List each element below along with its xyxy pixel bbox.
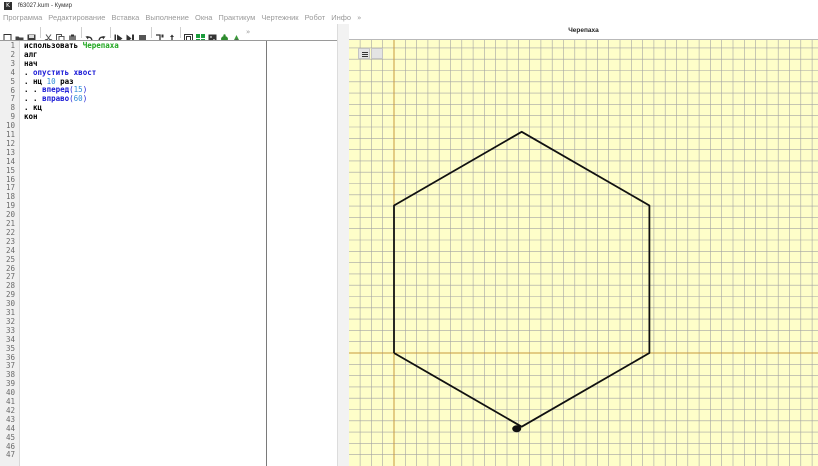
menu-item[interactable]: Вставка: [111, 13, 139, 22]
turtle-icon: [512, 425, 522, 433]
code-line[interactable]: алг: [24, 49, 266, 60]
menu-item[interactable]: Программа: [3, 13, 42, 22]
paste-button[interactable]: [68, 28, 77, 42]
view-button[interactable]: [184, 28, 193, 43]
code-token: .: [24, 76, 34, 86]
toolbar-overflow-button[interactable]: »: [246, 28, 250, 36]
run-button[interactable]: [114, 28, 123, 42]
cut-button[interactable]: [44, 28, 53, 43]
menu-bar: Программа Редактирование Вставка Выполнение…: [0, 11, 818, 24]
new-file-button[interactable]: [3, 28, 12, 43]
code-token: нц: [33, 76, 47, 86]
code-token: Черепаха: [82, 41, 119, 50]
undo-button[interactable]: [85, 28, 94, 42]
canvas-view-buttons: [358, 48, 384, 59]
toolbar: »: [0, 24, 337, 43]
kumir-app-icon: K: [4, 1, 12, 10]
toolbar-separator: [81, 26, 82, 38]
step-out-button[interactable]: [167, 28, 176, 43]
code-token: 60: [73, 94, 83, 104]
save-button[interactable]: [27, 28, 36, 42]
editor-margin-line: [266, 41, 267, 466]
menu-item[interactable]: Окна: [195, 13, 212, 22]
code-token: кц: [33, 103, 43, 113]
menu-item[interactable]: Практикум: [218, 13, 255, 22]
code-token: 10: [46, 76, 56, 86]
turtle-canvas[interactable]: [349, 40, 818, 466]
canvas-menu-button[interactable]: [358, 48, 370, 59]
turtle-window-title: Черепаха: [568, 27, 599, 34]
grid-button[interactable]: [196, 28, 205, 43]
open-folder-button[interactable]: [15, 28, 24, 42]
menu-item[interactable]: Чертежник: [261, 13, 298, 22]
redo-button[interactable]: [97, 28, 106, 42]
turtle-window-header: Черепаха: [349, 24, 818, 40]
step-in-button[interactable]: [155, 28, 164, 42]
toolbar-separator: [40, 26, 41, 38]
code-token: 15: [73, 85, 83, 95]
code-token: вперед: [42, 85, 70, 95]
kumir-window: K f63027.kum - Кумир Программа Редактиров…: [0, 0, 818, 466]
code-token: раз: [55, 76, 74, 86]
menu-item[interactable]: Выполнение: [145, 13, 189, 22]
code-token: ): [82, 85, 88, 95]
toolbar-separator: [110, 26, 111, 38]
menu-overflow-button[interactable]: »: [357, 14, 361, 22]
stop-button[interactable]: [138, 28, 147, 42]
turtle-path: [393, 130, 651, 428]
copy-button[interactable]: [56, 28, 65, 43]
robot-button[interactable]: [208, 28, 217, 42]
code-token: .: [24, 67, 34, 77]
code-token: . .: [24, 85, 43, 95]
turtle-drawing: [349, 40, 818, 466]
code-token: использовать: [24, 41, 83, 50]
toolbar-separator: [151, 26, 152, 38]
window-title: f63027.kum - Кумир: [18, 2, 72, 9]
line-number-gutter: 1 2 3 4 5 6 7 8 9 10 11 12 13 14 15 16 17 18 19 20 21 22 23 24 2…: [0, 41, 20, 466]
draw-button[interactable]: [232, 28, 241, 42]
code-token: алг: [24, 49, 38, 59]
code-token: нач: [24, 58, 38, 68]
menu-item[interactable]: Редактирование: [48, 13, 105, 22]
panel-splitter[interactable]: [337, 24, 349, 466]
code-line[interactable]: кон: [24, 112, 266, 122]
code-token: ): [82, 94, 88, 104]
code-token: . .: [24, 94, 43, 104]
step-button[interactable]: [126, 28, 135, 42]
toolbar-separator: [180, 26, 181, 38]
turtle-button[interactable]: [220, 28, 229, 42]
code-area[interactable]: использовать Черепаха алг нач. опустить хв…: [24, 41, 266, 122]
code-editor[interactable]: 1 2 3 4 5 6 7 8 9 10 11 12 13 14 15 16 17 18 19 20 21 22 23 24 2…: [0, 40, 337, 466]
code-token: кон: [24, 112, 38, 122]
title-bar: K f63027.kum - Кумир: [0, 0, 818, 11]
code-line[interactable]: . кц: [24, 103, 266, 113]
code-token: опустить хвост: [33, 67, 97, 77]
code-token: .: [24, 103, 34, 113]
code-line[interactable]: использовать Черепаха: [24, 41, 266, 51]
code-line[interactable]: . . вправо(60): [24, 94, 266, 104]
code-token: вправо: [42, 94, 70, 104]
menu-lines-icon: [362, 52, 368, 57]
line-number: 47: [5, 450, 15, 460]
menu-item[interactable]: Робот: [305, 13, 326, 22]
canvas-option-button[interactable]: [371, 48, 383, 59]
menu-item[interactable]: Инфо: [331, 13, 351, 22]
